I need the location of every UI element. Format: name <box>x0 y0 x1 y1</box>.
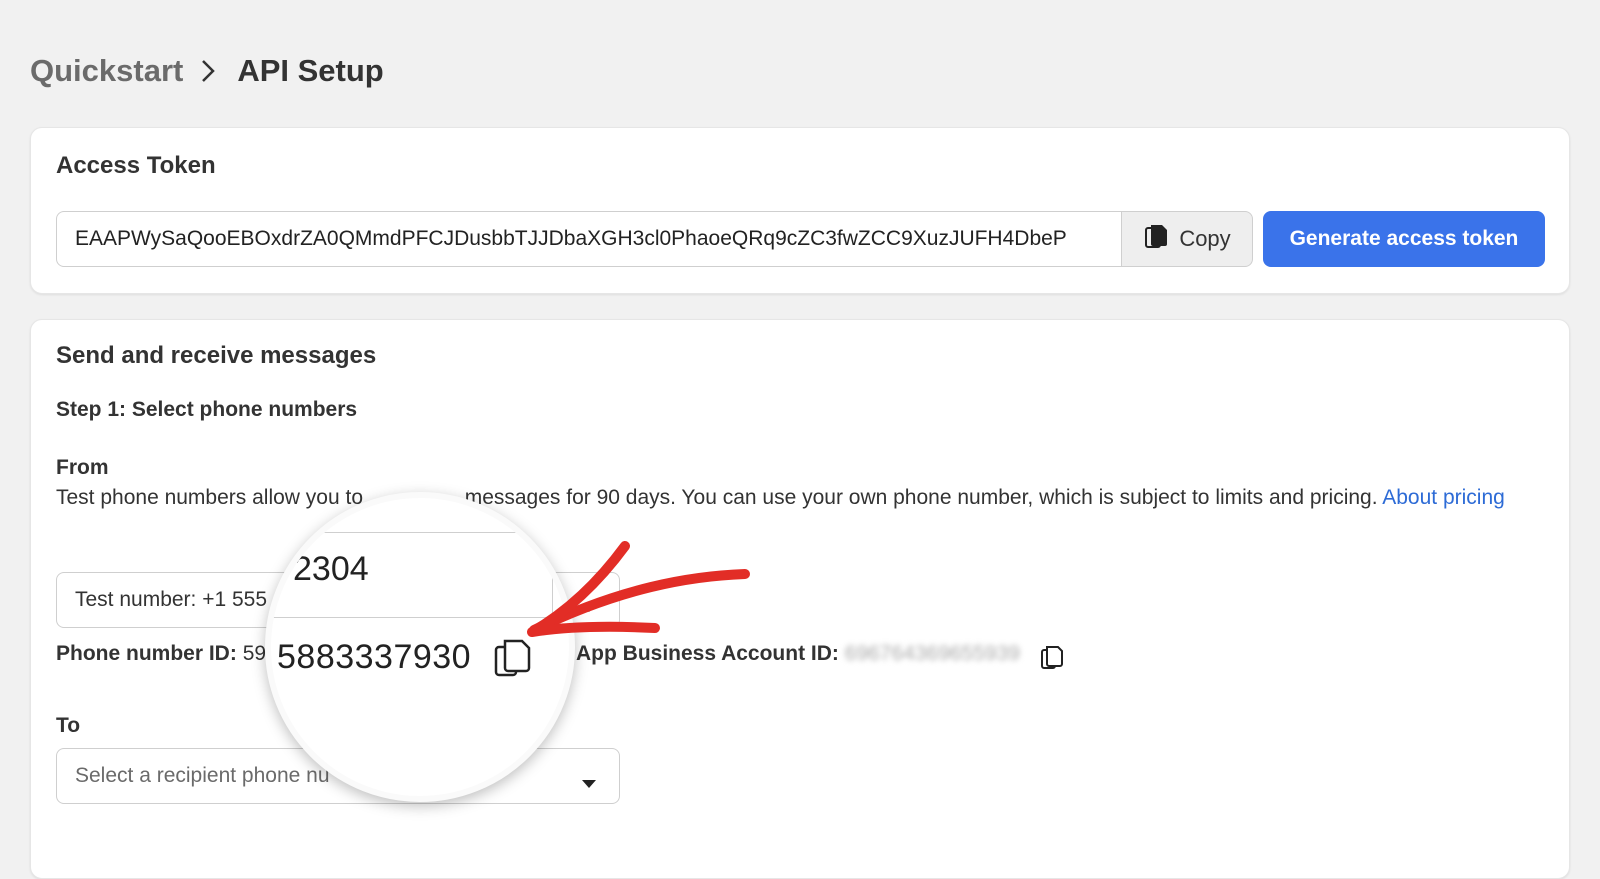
breadcrumb: Quickstart API Setup <box>30 50 384 92</box>
from-label: From <box>56 456 109 479</box>
phone-id-value: 59 <box>242 642 267 665</box>
waba-value: 696764369655939 <box>844 642 1020 665</box>
messages-card: Send and receive messages Step 1: Select… <box>30 319 1570 879</box>
generate-access-token-button[interactable]: Generate access token <box>1263 211 1545 267</box>
magnified-number-suffix: 2304 <box>293 550 369 588</box>
copy-label: Copy <box>1179 226 1231 251</box>
to-label: To <box>56 714 81 737</box>
page-title: API Setup <box>237 53 384 88</box>
phone-number-id: Phone number ID: 59 <box>56 642 266 666</box>
copy-icon <box>1143 223 1169 255</box>
access-token-field[interactable]: EAAPWySaQooEBOxdrZA0QMmdPFCJDusbbTJJDbaX… <box>56 211 1122 267</box>
access-token-title: Access Token <box>56 152 216 179</box>
step1-label: Step 1: Select phone numbers <box>56 398 358 421</box>
from-select-value: Test number: +1 555 <box>75 588 268 611</box>
phone-id-label: Phone number ID: <box>56 642 237 665</box>
from-description: Test phone numbers allow you to messages… <box>56 482 1526 514</box>
from-desc-part-b: messages for 90 days. You can use your o… <box>464 486 1378 509</box>
copy-token-button[interactable]: Copy <box>1121 211 1253 267</box>
recipient-placeholder: Select a recipient phone nu <box>75 764 330 787</box>
copy-waba-id-icon[interactable] <box>1039 644 1065 675</box>
access-token-card: Access Token EAAPWySaQooEBOxdrZA0QMmdPFC… <box>30 127 1570 294</box>
from-desc-part-a: Test phone numbers allow you to <box>56 486 364 509</box>
about-pricing-link[interactable]: About pricing <box>1382 486 1505 509</box>
caret-down-icon <box>581 771 597 795</box>
chevron-right-icon <box>201 58 221 84</box>
messages-title: Send and receive messages <box>56 342 377 369</box>
magnified-phone-id: 5883337930 <box>277 638 472 676</box>
annotation-arrow-icon <box>527 541 750 637</box>
breadcrumb-quickstart[interactable]: Quickstart <box>30 53 183 89</box>
